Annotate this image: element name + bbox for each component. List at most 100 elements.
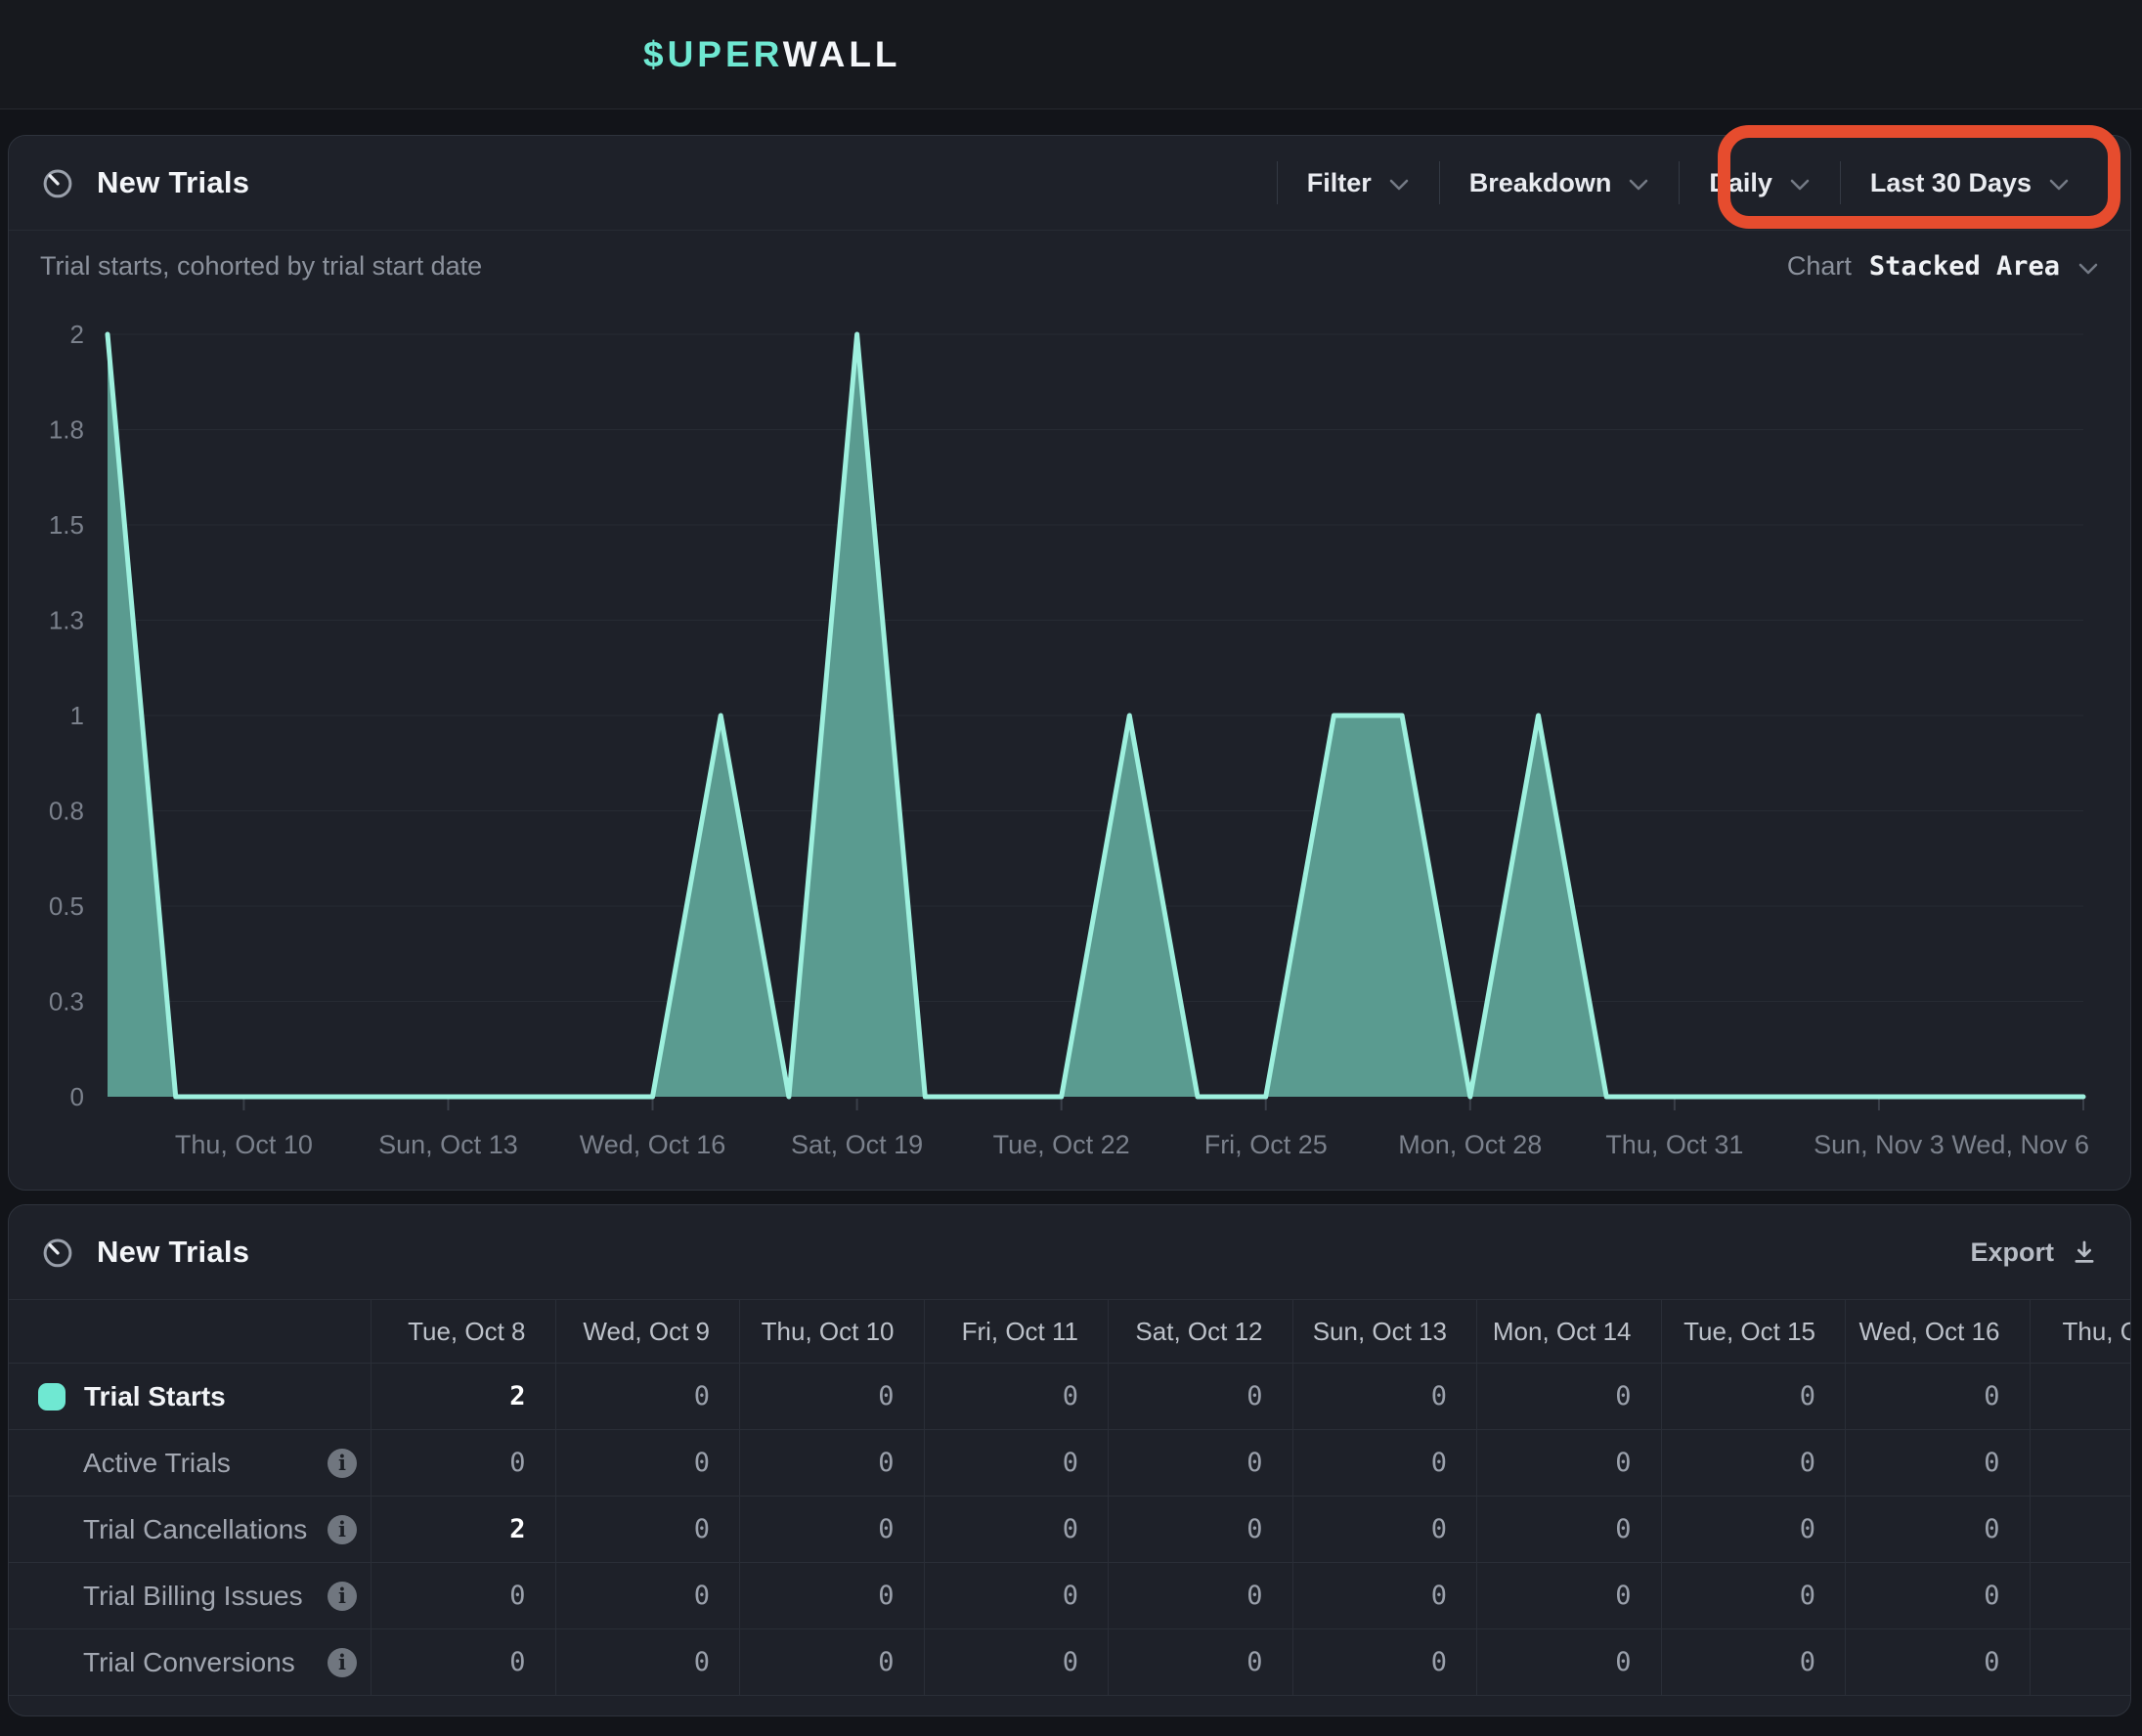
- x-axis-label: Fri, Oct 25: [1204, 1130, 1328, 1159]
- y-axis-label: 0.8: [49, 797, 84, 826]
- cell-value: 0: [1984, 1647, 1999, 1677]
- table-row: Trial Starts200000000: [9, 1364, 2130, 1430]
- cell-value: 0: [1615, 1581, 1631, 1611]
- cell-value: 2: [509, 1381, 525, 1411]
- y-axis-label: 1.3: [49, 606, 84, 635]
- cell-value: 0: [1800, 1647, 1815, 1677]
- row-label-cell: Trial Cancellationsi: [9, 1497, 372, 1562]
- table-cell: 0: [925, 1364, 1110, 1429]
- table-cell: 0: [1293, 1629, 1478, 1695]
- table-cell: 0: [925, 1563, 1110, 1628]
- y-axis-label: 1.8: [49, 415, 84, 445]
- cell-value: 0: [1431, 1381, 1447, 1411]
- cell-value: 0: [694, 1647, 710, 1677]
- table-row: Active Trialsi000000000: [9, 1430, 2130, 1497]
- cell-value: 2: [509, 1514, 525, 1544]
- trials-area-chart[interactable]: 21.81.51.310.80.50.30Thu, Oct 10Sun, Oct…: [9, 136, 2130, 1190]
- table-column-header: Sun, Oct 13: [1293, 1300, 1478, 1363]
- info-icon[interactable]: i: [328, 1449, 357, 1478]
- x-axis-label: Sat, Oct 19: [791, 1130, 923, 1159]
- cell-value: 0: [1431, 1647, 1447, 1677]
- cell-value: 0: [1984, 1581, 1999, 1611]
- x-axis-label: Sun, Oct 13: [378, 1130, 518, 1159]
- table-cell: 0: [556, 1430, 741, 1496]
- cell-value: 0: [1063, 1381, 1078, 1411]
- table-cell: 0: [1662, 1563, 1847, 1628]
- cell-value: 0: [1800, 1381, 1815, 1411]
- y-axis-label: 1.5: [49, 510, 84, 540]
- table-cell: 0: [556, 1629, 741, 1695]
- table-cell: 0: [1109, 1563, 1293, 1628]
- table-cell: 0: [556, 1563, 741, 1628]
- table-cell: 0: [740, 1563, 925, 1628]
- table-cell: 0: [1293, 1563, 1478, 1628]
- row-label: Active Trials: [83, 1448, 231, 1479]
- table-cell: 0: [740, 1430, 925, 1496]
- table-cell: 0: [740, 1364, 925, 1429]
- table-cell: 0: [740, 1497, 925, 1562]
- x-axis-label: Sun, Nov 3: [1814, 1130, 1945, 1159]
- stopwatch-icon: [40, 1235, 75, 1270]
- row-label: Trial Starts: [84, 1381, 226, 1412]
- table-cell: 0: [1109, 1364, 1293, 1429]
- cell-value: 0: [1246, 1448, 1262, 1478]
- cell-value: 0: [1246, 1581, 1262, 1611]
- table-column-header: Wed, Oct 16: [1846, 1300, 2031, 1363]
- y-axis-label: 1: [70, 701, 84, 730]
- table-row: Trial Conversionsi000000000: [9, 1629, 2130, 1696]
- cell-value: 0: [509, 1647, 525, 1677]
- cell-value: 0: [1431, 1448, 1447, 1478]
- table-panel-title: New Trials: [97, 1235, 249, 1270]
- cell-value: 0: [1800, 1448, 1815, 1478]
- cell-value: 0: [878, 1448, 894, 1478]
- table-cell: 0: [740, 1629, 925, 1695]
- cell-value: 0: [1984, 1381, 1999, 1411]
- x-axis-label: Wed, Oct 16: [580, 1130, 726, 1159]
- table-cell: 0: [1477, 1430, 1662, 1496]
- superwall-logo[interactable]: $UPERWALL: [643, 34, 901, 75]
- table-cell: 2: [372, 1497, 556, 1562]
- new-trials-chart-card: New Trials Filter Breakdown Daily Last 3…: [8, 135, 2131, 1191]
- table-cell: 0: [556, 1497, 741, 1562]
- info-icon[interactable]: i: [328, 1582, 357, 1611]
- new-trials-table-card: New Trials Export Tue, Oct 8Wed, Oct 9Th…: [8, 1204, 2131, 1716]
- cell-value: 0: [1246, 1514, 1262, 1544]
- cell-value: 0: [1246, 1381, 1262, 1411]
- cell-value: 0: [1984, 1514, 1999, 1544]
- table-cell: 0: [372, 1430, 556, 1496]
- table-cell: 0: [1477, 1629, 1662, 1695]
- table-cell: 0: [1846, 1563, 2031, 1628]
- info-icon[interactable]: i: [328, 1515, 357, 1544]
- table-cell: 0: [556, 1364, 741, 1429]
- cell-value: 0: [694, 1381, 710, 1411]
- info-icon[interactable]: i: [328, 1648, 357, 1677]
- cell-value: 0: [694, 1581, 710, 1611]
- table-cell: [2031, 1430, 2131, 1496]
- table-cell: 0: [1293, 1430, 1478, 1496]
- table-cell: 0: [1109, 1629, 1293, 1695]
- cell-value: 0: [878, 1514, 894, 1544]
- export-button[interactable]: Export: [1970, 1237, 2099, 1268]
- table-column-header: Tue, Oct 8: [372, 1300, 556, 1363]
- table-column-header: Thu, Oct 10: [740, 1300, 925, 1363]
- cell-value: 0: [1063, 1647, 1078, 1677]
- cell-value: 0: [509, 1581, 525, 1611]
- table-column-header: Sat, Oct 12: [1109, 1300, 1293, 1363]
- table-corner-cell: [9, 1300, 372, 1363]
- table-column-header: Wed, Oct 9: [556, 1300, 741, 1363]
- table-cell: 0: [1293, 1497, 1478, 1562]
- x-axis-label: Thu, Oct 31: [1605, 1130, 1743, 1159]
- table-column-header: Tue, Oct 15: [1662, 1300, 1847, 1363]
- y-axis-label: 2: [70, 320, 84, 349]
- table-row: Trial Billing Issuesi000000000: [9, 1563, 2130, 1629]
- table-column-header: Mon, Oct 14: [1477, 1300, 1662, 1363]
- cell-value: 0: [694, 1448, 710, 1478]
- table-column-header: Fri, Oct 11: [925, 1300, 1110, 1363]
- row-label-cell: Trial Starts: [9, 1364, 372, 1429]
- cell-value: 0: [1246, 1647, 1262, 1677]
- cell-value: 0: [878, 1381, 894, 1411]
- table-cell: 0: [1477, 1497, 1662, 1562]
- x-axis-label: Thu, Oct 10: [175, 1130, 313, 1159]
- trials-table: Tue, Oct 8Wed, Oct 9Thu, Oct 10Fri, Oct …: [9, 1300, 2130, 1696]
- row-label-cell: Trial Billing Issuesi: [9, 1563, 372, 1628]
